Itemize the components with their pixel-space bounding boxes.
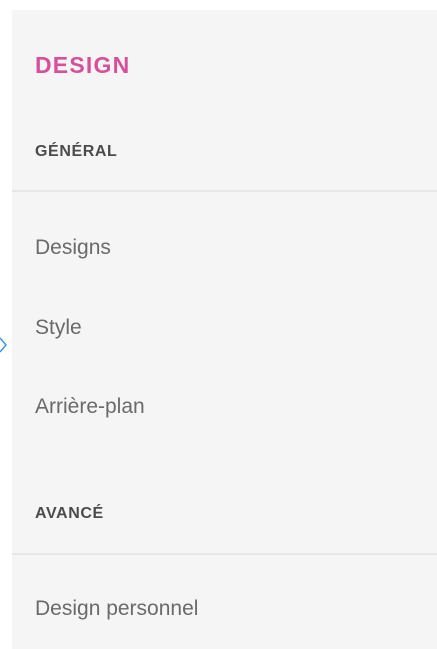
nav-item-design-personnel[interactable]: Design personnel (35, 597, 198, 621)
screen: DESIGN GÉNÉRAL Designs Style Arrière-pla… (0, 0, 437, 649)
panel-title: DESIGN (35, 52, 131, 78)
section-divider (12, 190, 437, 192)
section-divider (12, 553, 437, 555)
section-header-avance: AVANCÉ (35, 505, 104, 522)
nav-item-designs[interactable]: Designs (35, 236, 111, 260)
selection-marker-icon (0, 337, 7, 353)
design-settings-panel: DESIGN GÉNÉRAL Designs Style Arrière-pla… (12, 10, 437, 649)
nav-item-arriere-plan[interactable]: Arrière-plan (35, 395, 145, 419)
section-header-general: GÉNÉRAL (35, 143, 118, 160)
nav-item-style[interactable]: Style (35, 316, 82, 340)
